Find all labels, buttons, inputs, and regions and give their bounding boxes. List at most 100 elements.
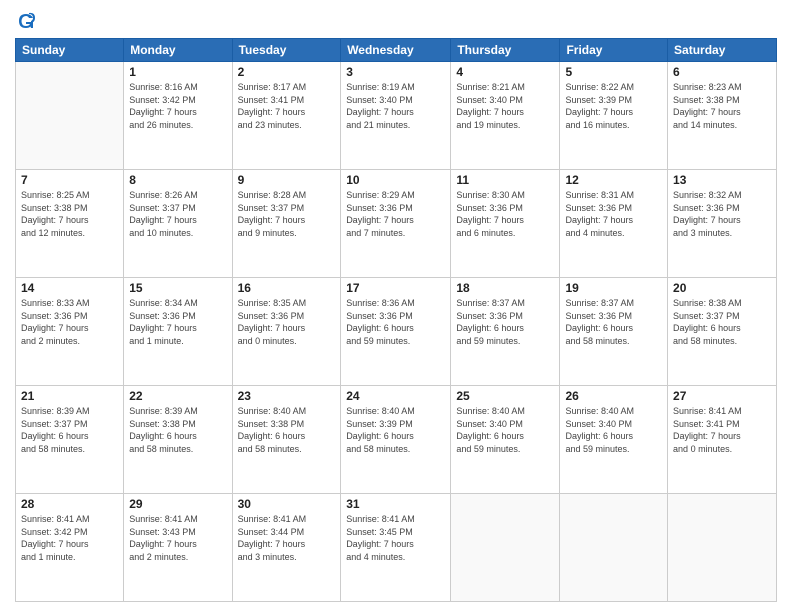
day-info: Sunrise: 8:17 AM Sunset: 3:41 PM Dayligh… — [238, 81, 336, 131]
day-number: 16 — [238, 281, 336, 295]
day-number: 12 — [565, 173, 662, 187]
day-number: 24 — [346, 389, 445, 403]
calendar-cell: 9 Sunrise: 8:28 AM Sunset: 3:37 PM Daylig… — [232, 170, 341, 278]
day-number: 30 — [238, 497, 336, 511]
day-info: Sunrise: 8:39 AM Sunset: 3:37 PM Dayligh… — [21, 405, 118, 455]
day-number: 21 — [21, 389, 118, 403]
day-info: Sunrise: 8:34 AM Sunset: 3:36 PM Dayligh… — [129, 297, 226, 347]
calendar-cell: 16 Sunrise: 8:35 AM Sunset: 3:36 PM Dayli… — [232, 278, 341, 386]
day-info: Sunrise: 8:26 AM Sunset: 3:37 PM Dayligh… — [129, 189, 226, 239]
calendar-day-header: Sunday — [16, 39, 124, 62]
calendar-cell: 18 Sunrise: 8:37 AM Sunset: 3:36 PM Dayli… — [451, 278, 560, 386]
calendar-cell — [668, 494, 777, 602]
calendar-week-row: 28 Sunrise: 8:41 AM Sunset: 3:42 PM Dayli… — [16, 494, 777, 602]
day-info: Sunrise: 8:35 AM Sunset: 3:36 PM Dayligh… — [238, 297, 336, 347]
day-info: Sunrise: 8:41 AM Sunset: 3:41 PM Dayligh… — [673, 405, 771, 455]
day-info: Sunrise: 8:25 AM Sunset: 3:38 PM Dayligh… — [21, 189, 118, 239]
day-info: Sunrise: 8:38 AM Sunset: 3:37 PM Dayligh… — [673, 297, 771, 347]
day-number: 26 — [565, 389, 662, 403]
day-info: Sunrise: 8:41 AM Sunset: 3:45 PM Dayligh… — [346, 513, 445, 563]
calendar-cell: 19Sunrise: 8:37 AM Sunset: 3:36 PM Dayli… — [560, 278, 668, 386]
day-info: Sunrise: 8:41 AM Sunset: 3:43 PM Dayligh… — [129, 513, 226, 563]
calendar-week-row: 1 Sunrise: 8:16 AM Sunset: 3:42 PM Daylig… — [16, 62, 777, 170]
day-number: 11 — [456, 173, 554, 187]
day-info: Sunrise: 8:19 AM Sunset: 3:40 PM Dayligh… — [346, 81, 445, 131]
calendar-cell: 5 Sunrise: 8:22 AM Sunset: 3:39 PM Daylig… — [560, 62, 668, 170]
calendar-day-header: Tuesday — [232, 39, 341, 62]
calendar-cell: 21 Sunrise: 8:39 AM Sunset: 3:37 PM Dayli… — [16, 386, 124, 494]
day-info: Sunrise: 8:37 AM Sunset: 3:36 PM Dayligh… — [565, 297, 662, 347]
day-info: Sunrise: 8:33 AM Sunset: 3:36 PM Dayligh… — [21, 297, 118, 347]
calendar-week-row: 14 Sunrise: 8:33 AM Sunset: 3:36 PM Dayli… — [16, 278, 777, 386]
page-header — [15, 10, 777, 32]
calendar-cell: 6 Sunrise: 8:23 AM Sunset: 3:38 PM Daylig… — [668, 62, 777, 170]
calendar-cell: 3 Sunrise: 8:19 AM Sunset: 3:40 PM Daylig… — [341, 62, 451, 170]
logo-icon — [15, 10, 37, 32]
day-number: 9 — [238, 173, 336, 187]
day-info: Sunrise: 8:32 AM Sunset: 3:36 PM Dayligh… — [673, 189, 771, 239]
day-number: 14 — [21, 281, 118, 295]
day-number: 17 — [346, 281, 445, 295]
day-number: 1 — [129, 65, 226, 79]
day-number: 20 — [673, 281, 771, 295]
calendar-day-header: Monday — [124, 39, 232, 62]
calendar-cell: 31 Sunrise: 8:41 AM Sunset: 3:45 PM Dayli… — [341, 494, 451, 602]
day-number: 18 — [456, 281, 554, 295]
calendar-cell: 20 Sunrise: 8:38 AM Sunset: 3:37 PM Dayli… — [668, 278, 777, 386]
day-info: Sunrise: 8:37 AM Sunset: 3:36 PM Dayligh… — [456, 297, 554, 347]
day-info: Sunrise: 8:23 AM Sunset: 3:38 PM Dayligh… — [673, 81, 771, 131]
calendar-day-header: Saturday — [668, 39, 777, 62]
calendar-cell: 8 Sunrise: 8:26 AM Sunset: 3:37 PM Daylig… — [124, 170, 232, 278]
calendar-cell: 1 Sunrise: 8:16 AM Sunset: 3:42 PM Daylig… — [124, 62, 232, 170]
calendar-cell: 24Sunrise: 8:40 AM Sunset: 3:39 PM Dayli… — [341, 386, 451, 494]
day-number: 3 — [346, 65, 445, 79]
day-info: Sunrise: 8:16 AM Sunset: 3:42 PM Dayligh… — [129, 81, 226, 131]
calendar-week-row: 21 Sunrise: 8:39 AM Sunset: 3:37 PM Dayli… — [16, 386, 777, 494]
calendar-cell: 15Sunrise: 8:34 AM Sunset: 3:36 PM Dayli… — [124, 278, 232, 386]
calendar-cell: 28 Sunrise: 8:41 AM Sunset: 3:42 PM Dayli… — [16, 494, 124, 602]
calendar-cell: 4 Sunrise: 8:21 AM Sunset: 3:40 PM Daylig… — [451, 62, 560, 170]
day-number: 6 — [673, 65, 771, 79]
day-info: Sunrise: 8:22 AM Sunset: 3:39 PM Dayligh… — [565, 81, 662, 131]
calendar-table: SundayMondayTuesdayWednesdayThursdayFrid… — [15, 38, 777, 602]
day-info: Sunrise: 8:41 AM Sunset: 3:44 PM Dayligh… — [238, 513, 336, 563]
logo — [15, 10, 39, 32]
day-number: 25 — [456, 389, 554, 403]
day-info: Sunrise: 8:36 AM Sunset: 3:36 PM Dayligh… — [346, 297, 445, 347]
calendar-day-header: Thursday — [451, 39, 560, 62]
calendar-cell: 23Sunrise: 8:40 AM Sunset: 3:38 PM Dayli… — [232, 386, 341, 494]
day-number: 13 — [673, 173, 771, 187]
calendar-cell: 17 Sunrise: 8:36 AM Sunset: 3:36 PM Dayli… — [341, 278, 451, 386]
day-info: Sunrise: 8:40 AM Sunset: 3:38 PM Dayligh… — [238, 405, 336, 455]
day-info: Sunrise: 8:28 AM Sunset: 3:37 PM Dayligh… — [238, 189, 336, 239]
calendar-cell: 11Sunrise: 8:30 AM Sunset: 3:36 PM Dayli… — [451, 170, 560, 278]
calendar-cell: 22Sunrise: 8:39 AM Sunset: 3:38 PM Dayli… — [124, 386, 232, 494]
day-number: 5 — [565, 65, 662, 79]
day-info: Sunrise: 8:39 AM Sunset: 3:38 PM Dayligh… — [129, 405, 226, 455]
calendar-cell: 10 Sunrise: 8:29 AM Sunset: 3:36 PM Dayli… — [341, 170, 451, 278]
day-info: Sunrise: 8:40 AM Sunset: 3:40 PM Dayligh… — [565, 405, 662, 455]
calendar-cell — [560, 494, 668, 602]
day-number: 28 — [21, 497, 118, 511]
day-number: 29 — [129, 497, 226, 511]
day-number: 7 — [21, 173, 118, 187]
day-info: Sunrise: 8:41 AM Sunset: 3:42 PM Dayligh… — [21, 513, 118, 563]
day-number: 8 — [129, 173, 226, 187]
calendar-cell: 26 Sunrise: 8:40 AM Sunset: 3:40 PM Dayli… — [560, 386, 668, 494]
calendar-cell: 27 Sunrise: 8:41 AM Sunset: 3:41 PM Dayli… — [668, 386, 777, 494]
day-number: 31 — [346, 497, 445, 511]
day-info: Sunrise: 8:40 AM Sunset: 3:40 PM Dayligh… — [456, 405, 554, 455]
calendar-day-header: Wednesday — [341, 39, 451, 62]
calendar-week-row: 7 Sunrise: 8:25 AM Sunset: 3:38 PM Daylig… — [16, 170, 777, 278]
day-number: 27 — [673, 389, 771, 403]
day-info: Sunrise: 8:21 AM Sunset: 3:40 PM Dayligh… — [456, 81, 554, 131]
calendar-cell: 7 Sunrise: 8:25 AM Sunset: 3:38 PM Daylig… — [16, 170, 124, 278]
calendar-header-row: SundayMondayTuesdayWednesdayThursdayFrid… — [16, 39, 777, 62]
day-number: 10 — [346, 173, 445, 187]
day-number: 4 — [456, 65, 554, 79]
calendar-cell: 2Sunrise: 8:17 AM Sunset: 3:41 PM Daylig… — [232, 62, 341, 170]
calendar-cell: 29 Sunrise: 8:41 AM Sunset: 3:43 PM Dayli… — [124, 494, 232, 602]
calendar-cell: 14 Sunrise: 8:33 AM Sunset: 3:36 PM Dayli… — [16, 278, 124, 386]
calendar-cell: 25 Sunrise: 8:40 AM Sunset: 3:40 PM Dayli… — [451, 386, 560, 494]
day-info: Sunrise: 8:29 AM Sunset: 3:36 PM Dayligh… — [346, 189, 445, 239]
